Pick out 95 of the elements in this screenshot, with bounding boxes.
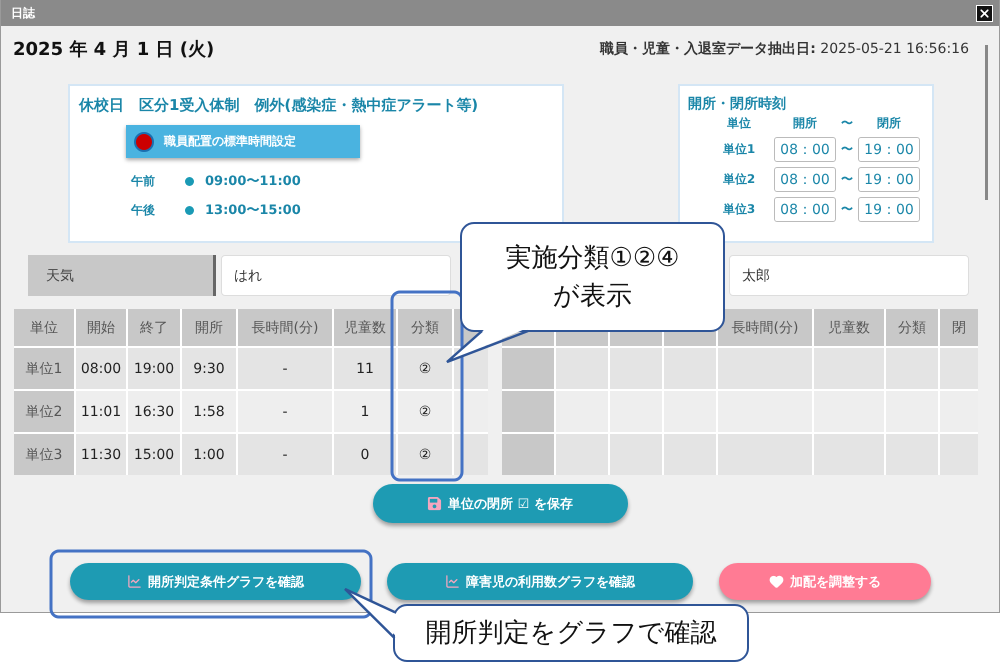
table-cell bbox=[886, 434, 938, 475]
heart-icon bbox=[769, 574, 784, 589]
table-cell bbox=[556, 434, 608, 475]
table-cell: 1:00 bbox=[182, 434, 236, 475]
table-cell bbox=[886, 348, 938, 389]
table-cell: 11:01 bbox=[76, 391, 126, 432]
open-time-field[interactable]: 08：00 bbox=[774, 167, 836, 192]
table-header: 開始 bbox=[76, 309, 126, 346]
table-cell bbox=[664, 434, 716, 475]
tilde-label: 〜 bbox=[841, 171, 853, 188]
date-heading: 2025 年 4 月 1 日 (火) bbox=[13, 38, 214, 61]
table-header: 終了 bbox=[128, 309, 180, 346]
table-cell: ② bbox=[398, 434, 452, 475]
callout-text: 開所判定をグラフで確認 bbox=[426, 617, 716, 650]
open-time-field[interactable]: 08：00 bbox=[774, 137, 836, 162]
session-label: 午後 bbox=[131, 202, 156, 218]
table-cell bbox=[814, 348, 884, 389]
table-header: 単位 bbox=[14, 309, 74, 346]
standard-time-button[interactable]: 職員配置の標準時間設定 bbox=[126, 125, 360, 158]
weather-label: 天気 bbox=[28, 255, 216, 296]
table-cell bbox=[940, 348, 978, 389]
chart-button[interactable]: 障害児の利用数グラフを確認 bbox=[387, 563, 693, 600]
table-cell: 11 bbox=[334, 348, 396, 389]
table-cell: 9:30 bbox=[182, 348, 236, 389]
unit-label: 単位1 bbox=[722, 141, 756, 158]
table-header: 閉 bbox=[940, 309, 978, 346]
table-cell: 0 bbox=[334, 434, 396, 475]
table-header: 分類 bbox=[886, 309, 938, 346]
table-header: 分類 bbox=[398, 309, 452, 346]
row-header: 単位2 bbox=[14, 391, 74, 432]
table-header: 開所 bbox=[182, 309, 236, 346]
close-time-field[interactable]: 19：00 bbox=[858, 137, 920, 162]
extract-label: 職員・児童・入退室データ抽出日: bbox=[600, 41, 816, 57]
table-cell: 16:30 bbox=[128, 391, 180, 432]
table-cell: - bbox=[238, 434, 332, 475]
table-cell bbox=[814, 434, 884, 475]
table-cell: 1 bbox=[334, 391, 396, 432]
adjust-button[interactable]: 加配を調整する bbox=[719, 563, 931, 600]
table-header: 長時間(分) bbox=[238, 309, 332, 346]
save-button[interactable]: 単位の閉所 ☑ を保存 bbox=[372, 484, 628, 523]
unit-label: 単位2 bbox=[722, 171, 756, 188]
table-header: 児童数 bbox=[334, 309, 396, 346]
table-header: 長時間(分) bbox=[718, 309, 812, 346]
session-time: 13:00〜15:00 bbox=[205, 202, 301, 219]
bullet-icon bbox=[185, 176, 194, 186]
table-cell bbox=[454, 391, 488, 432]
callout-text: 実施分類①②④ が表示 bbox=[506, 242, 680, 313]
hours-column-label: 開所 bbox=[793, 115, 817, 132]
hours-column-label: 単位 bbox=[727, 115, 751, 132]
chart-button[interactable]: 開所判定条件グラフを確認 bbox=[70, 563, 361, 600]
row-header: 単位1 bbox=[14, 348, 74, 389]
session-time: 09:00〜11:00 bbox=[205, 173, 301, 190]
table-cell bbox=[610, 348, 662, 389]
table-cell: - bbox=[238, 391, 332, 432]
hours-column-label: 〜 bbox=[841, 115, 853, 132]
table-cell bbox=[454, 434, 488, 475]
close-icon bbox=[978, 6, 991, 20]
table-cell: ② bbox=[398, 391, 452, 432]
table-cell bbox=[940, 434, 978, 475]
hours-column-label: 閉所 bbox=[877, 115, 901, 132]
session-label: 午前 bbox=[131, 172, 156, 190]
tilde-label: 〜 bbox=[841, 201, 853, 218]
save-icon bbox=[427, 496, 442, 511]
extract-timestamp: 2025-05-21 16:56:16 bbox=[820, 41, 969, 57]
row-header bbox=[502, 434, 554, 475]
table-cell bbox=[556, 348, 608, 389]
open-time-field[interactable]: 08：00 bbox=[774, 197, 836, 222]
chart-icon bbox=[127, 574, 142, 589]
row-header bbox=[502, 348, 554, 389]
close-time-field[interactable]: 19：00 bbox=[858, 167, 920, 192]
table-cell: 15:00 bbox=[128, 434, 180, 475]
table-cell: 08:00 bbox=[76, 348, 126, 389]
table-cell: 1:58 bbox=[182, 391, 236, 432]
close-time-field[interactable]: 19：00 bbox=[858, 197, 920, 222]
close-button[interactable] bbox=[976, 4, 993, 22]
tilde-label: 〜 bbox=[841, 141, 853, 158]
staff-field[interactable]: 太郎 bbox=[729, 255, 969, 296]
hours-title: 開所・閉所時刻 bbox=[688, 95, 787, 113]
table-cell bbox=[610, 434, 662, 475]
row-header bbox=[502, 391, 554, 432]
table-cell: 11:30 bbox=[76, 434, 126, 475]
table-cell: 19:00 bbox=[128, 348, 180, 389]
unit-label: 単位3 bbox=[722, 201, 756, 218]
chart-icon bbox=[445, 574, 460, 589]
status-dot-icon bbox=[134, 132, 154, 152]
row-header: 単位3 bbox=[14, 434, 74, 475]
table-cell: ② bbox=[398, 348, 452, 389]
scrollbar-thumb[interactable] bbox=[985, 45, 988, 200]
weather-field[interactable]: はれ bbox=[221, 255, 451, 296]
table-cell bbox=[664, 348, 716, 389]
window-title: 日誌 bbox=[11, 4, 35, 22]
day-type-title: 休校日 区分1受入体制 例外(感染症・熱中症アラート等) bbox=[79, 96, 480, 115]
bullet-icon bbox=[185, 206, 194, 214]
table-header: 児童数 bbox=[814, 309, 884, 346]
table-cell: - bbox=[238, 348, 332, 389]
